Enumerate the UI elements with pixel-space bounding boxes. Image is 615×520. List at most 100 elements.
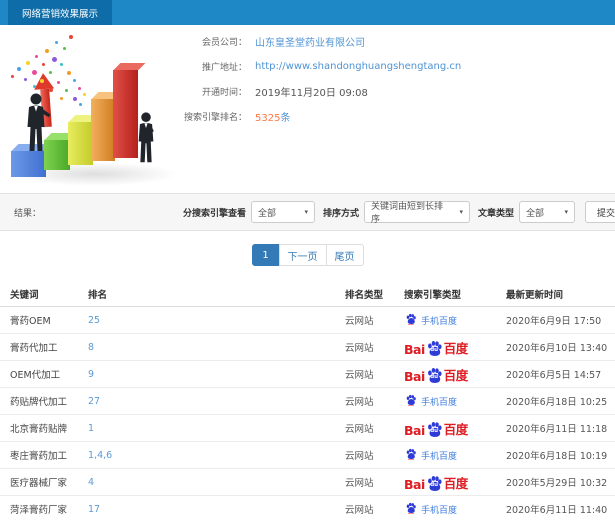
confetti-dot [11, 75, 14, 78]
top-bar: 网络营销效果展示 [0, 0, 615, 25]
baidu-logo-du: du [430, 347, 439, 353]
mobile-baidu-label: 手机百度 [421, 451, 458, 462]
confetti-dot [60, 97, 63, 100]
result-label: 结果： [14, 208, 42, 219]
businessman-left-figure [21, 93, 51, 157]
baidu-logo: Bai du 百度 [404, 338, 468, 357]
keyword-rank-table: 关键词 排名 排名类型 搜索引擎类型 最新更新时间 膏药OEM 25 云网站 手… [0, 281, 615, 520]
updated-time-cell: 2020年6月9日 17:50 [506, 316, 602, 327]
tab-marketing-results[interactable]: 网络营销效果展示 [8, 0, 113, 25]
confetti-dot [79, 103, 82, 106]
article-type-select[interactable]: 全部 ▾ [519, 201, 575, 223]
mobile-baidu-label: 手机百度 [421, 316, 458, 327]
rank-link[interactable]: 9 [88, 369, 345, 380]
confetti-dot [83, 93, 86, 96]
table-row: 药贴牌代加工 27 云网站 手机百度 Bai [0, 388, 615, 415]
chart-bar [68, 115, 101, 165]
confetti-dot [40, 79, 44, 83]
table-row: 膏药代加工 8 云网站 百度 Bai [0, 334, 615, 361]
confetti-dot [24, 78, 27, 81]
confetti-dot [33, 85, 36, 88]
ranking-count-unit[interactable]: 条 [280, 113, 290, 124]
engine-type-cell: 百度 Bai du 百度 [404, 365, 506, 384]
engine-filter-label: 分搜索引擎查看 [182, 208, 246, 219]
table-row: OEM代加工 9 云网站 百度 Bai [0, 361, 615, 388]
rank-link[interactable]: 17 [88, 504, 345, 515]
confetti-dot [57, 81, 60, 84]
rank-type-cell: 云网站 [345, 343, 374, 354]
confetti-dot [69, 35, 73, 39]
baidu-logo-cn: 百度 [443, 340, 469, 356]
opening-time-value: 2019年11月20日 09:08 [255, 88, 368, 99]
engine-type-cell: 百度 Bai du 百度 [404, 338, 506, 357]
mobile-baidu-label: 手机百度 [421, 397, 458, 408]
mobile-baidu-logo: 手机百度 [404, 502, 457, 517]
rank-link[interactable]: 25 [88, 315, 345, 326]
last-page-button[interactable]: 尾页 [325, 244, 364, 266]
confetti-dot [49, 71, 52, 74]
baidu-paw-icon [404, 313, 417, 328]
rank-type-cell: 云网站 [345, 370, 374, 381]
confetti-dot [60, 63, 63, 66]
engine-type-cell: 百度 Bai du 百度 [404, 473, 506, 492]
next-page-button[interactable]: 下一页 [278, 244, 327, 266]
baidu-logo-cn: 百度 [443, 421, 469, 437]
sort-select[interactable]: 关键词由短到长排序 ▾ [363, 201, 470, 225]
col-header-keyword: 关键词 [10, 289, 39, 301]
baidu-logo: Bai du 百度 [404, 473, 468, 492]
confetti-dot [78, 87, 81, 90]
engine-type-cell: 百度 Bai du 百度 [404, 419, 506, 438]
chevron-down-icon: ▾ [459, 208, 463, 216]
chevron-down-icon: ▾ [564, 208, 568, 216]
promotion-url-link[interactable]: http://www.shandonghuangshengtang.cn [255, 61, 461, 72]
baidu-logo: Bai du 百度 [404, 419, 468, 438]
info-section: 会员公司： 山东皇圣堂药业有限公司 推广地址： http://www.shand… [0, 25, 615, 193]
growth-chart-illustration [5, 33, 190, 187]
table-row: 菏泽膏药厂家 17 云网站 手机百度 Bai [0, 496, 615, 520]
table-row: 膏药OEM 25 云网站 手机百度 Bai [0, 307, 615, 334]
updated-time-cell: 2020年6月5日 14:57 [506, 370, 602, 381]
confetti-dot [45, 49, 49, 53]
confetti-dot [63, 47, 66, 50]
updated-time-cell: 2020年6月18日 10:19 [506, 451, 608, 462]
baidu-logo-cn: 百度 [443, 367, 469, 383]
keyword-cell: 枣庄膏药加工 [10, 451, 68, 462]
keyword-cell: OEM代加工 [10, 370, 61, 381]
sort-select-value: 关键词由短到长排序 [370, 202, 443, 225]
baidu-logo-du: du [430, 374, 439, 380]
col-header-updated: 最新更新时间 [506, 289, 564, 301]
confetti-dot [35, 55, 38, 58]
rank-link[interactable]: 8 [88, 342, 345, 353]
confetti-dot [65, 89, 68, 92]
filter-bar: 结果： 分搜索引擎查看 全部 ▾ 排序方式 关键词由短到长排序 ▾ 文章类型 全… [0, 193, 615, 231]
rank-link[interactable]: 27 [88, 396, 345, 407]
chart-bar [91, 92, 123, 161]
page-1-button[interactable]: 1 [251, 244, 280, 266]
rank-link[interactable]: 1,4,6 [88, 450, 345, 461]
submit-button[interactable]: 提交 [585, 201, 615, 223]
rank-link[interactable]: 4 [88, 477, 345, 488]
table-header-row: 关键词 排名 排名类型 搜索引擎类型 最新更新时间 [0, 281, 615, 307]
member-company-link[interactable]: 山东皇圣堂药业有限公司 [255, 34, 365, 49]
confetti-dot [55, 41, 58, 44]
baidu-logo-du: du [430, 482, 439, 488]
chevron-down-icon: ▾ [304, 208, 308, 216]
confetti-dot [49, 88, 53, 92]
rank-type-cell: 云网站 [345, 451, 374, 462]
col-header-engine-type: 搜索引擎类型 [404, 289, 462, 301]
mobile-baidu-logo: 手机百度 [404, 313, 457, 328]
sort-filter-label: 排序方式 [322, 208, 359, 219]
baidu-paw-icon: du [426, 367, 443, 384]
article-type-select-value: 全部 [526, 208, 545, 219]
baidu-logo-bai: Bai [404, 368, 425, 384]
keyword-cell: 膏药OEM [10, 316, 51, 327]
baidu-paw-icon [404, 448, 417, 463]
engine-select[interactable]: 全部 ▾ [250, 201, 315, 223]
rank-link[interactable]: 1 [88, 423, 345, 434]
engine-type-cell: 手机百度 Bai du 百度 [404, 313, 506, 328]
confetti-dot [26, 61, 30, 65]
tab-label: 网络营销效果展示 [22, 8, 99, 20]
table-row: 医疗器械厂家 4 云网站 百度 Bai [0, 469, 615, 496]
baidu-paw-icon [404, 502, 417, 517]
ranking-count-number: 5325 [255, 113, 281, 124]
